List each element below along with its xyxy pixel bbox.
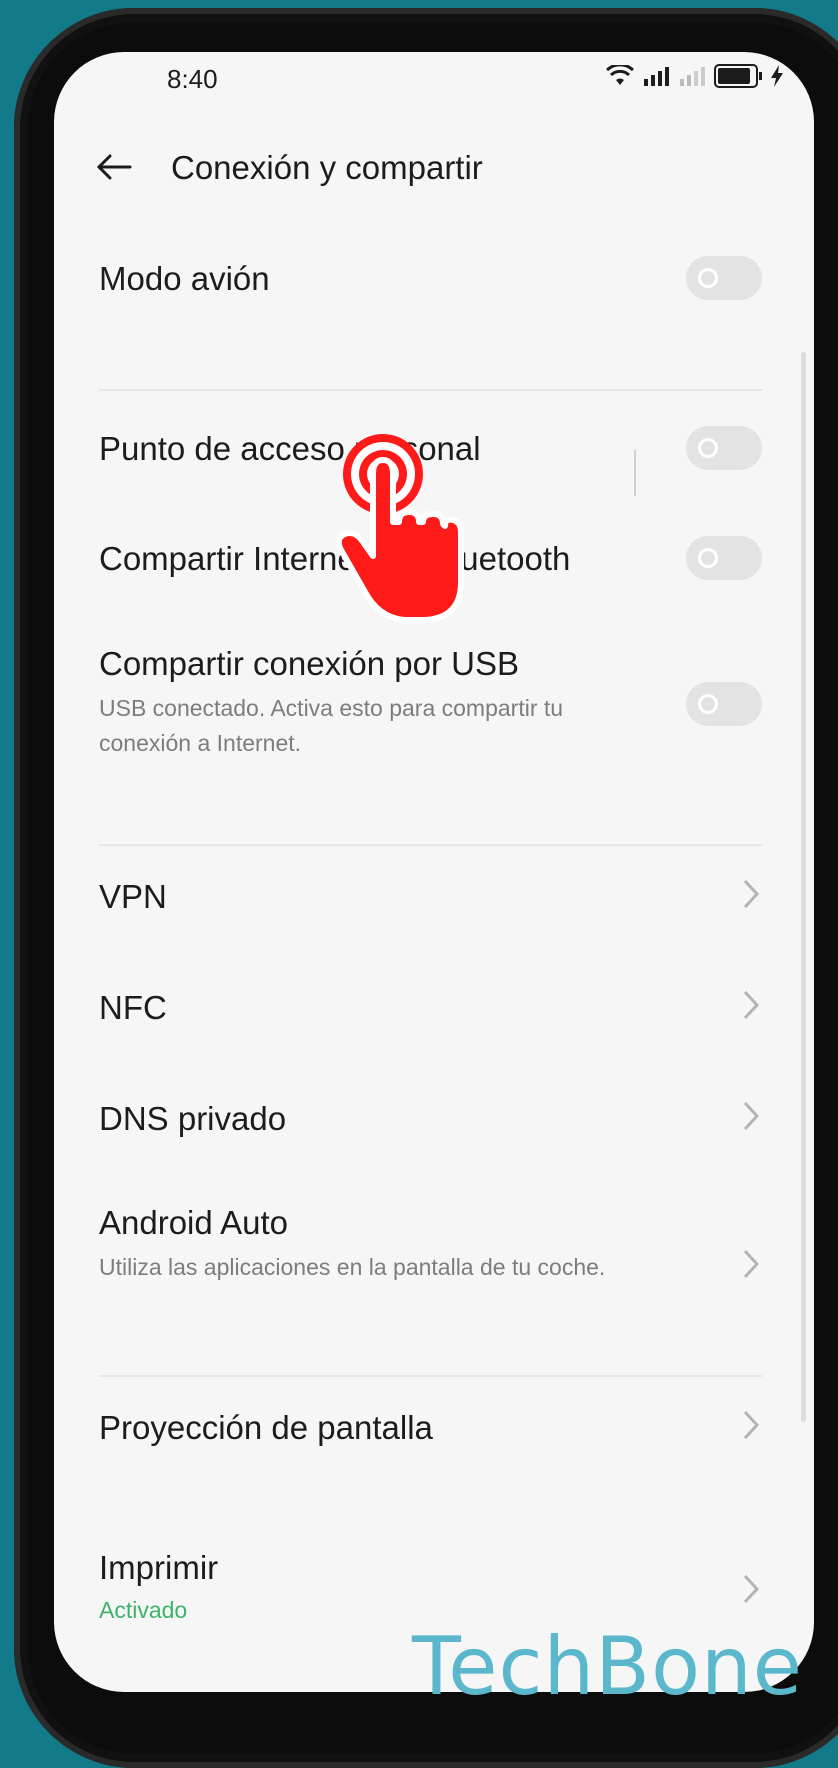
tap-hand-icon bbox=[335, 434, 464, 623]
divider bbox=[99, 844, 762, 846]
airplane-mode-toggle[interactable] bbox=[686, 256, 762, 300]
vpn-label: VPN bbox=[99, 878, 167, 915]
chevron-right-icon bbox=[743, 990, 760, 1020]
phone-screen: 8:40 Conexión y compartir Modo avión Pun… bbox=[54, 52, 814, 1692]
usb-tethering-row[interactable]: Compartir conexión por USB USB conectado… bbox=[99, 645, 762, 761]
chevron-right-icon bbox=[743, 1574, 760, 1604]
vertical-divider bbox=[634, 450, 636, 496]
vpn-row[interactable]: VPN bbox=[99, 878, 762, 916]
airplane-mode-label: Modo avión bbox=[99, 260, 270, 297]
bluetooth-tethering-toggle[interactable] bbox=[686, 536, 762, 580]
chevron-right-icon bbox=[743, 879, 760, 909]
usb-tethering-subtitle: USB conectado. Activa esto para comparti… bbox=[99, 695, 564, 756]
hotspot-toggle[interactable] bbox=[686, 426, 762, 470]
signal-icon bbox=[644, 67, 669, 86]
watermark: TechBone bbox=[412, 1620, 803, 1713]
android-auto-label: Android Auto bbox=[99, 1204, 288, 1241]
status-time: 8:40 bbox=[167, 64, 218, 94]
android-auto-subtitle: Utiliza las aplicaciones en la pantalla … bbox=[99, 1254, 606, 1280]
wifi-icon bbox=[606, 65, 634, 85]
usb-tethering-toggle[interactable] bbox=[686, 682, 762, 726]
signal-secondary-icon bbox=[680, 67, 705, 86]
page-title: Conexión y compartir bbox=[171, 149, 483, 186]
nfc-label: NFC bbox=[99, 989, 167, 1026]
screen-cast-label: Proyección de pantalla bbox=[99, 1409, 433, 1446]
airplane-mode-row[interactable]: Modo avión bbox=[99, 256, 762, 300]
private-dns-row[interactable]: DNS privado bbox=[99, 1100, 762, 1138]
android-auto-row[interactable]: Android Auto Utiliza las aplicaciones en… bbox=[99, 1204, 762, 1285]
divider bbox=[99, 1375, 762, 1377]
usb-tethering-label: Compartir conexión por USB bbox=[99, 645, 520, 682]
private-dns-label: DNS privado bbox=[99, 1100, 287, 1137]
back-arrow-icon[interactable] bbox=[94, 147, 134, 187]
charging-icon bbox=[771, 65, 783, 87]
print-row[interactable]: Imprimir Activado bbox=[99, 1549, 762, 1624]
screen-cast-row[interactable]: Proyección de pantalla bbox=[99, 1409, 762, 1447]
divider bbox=[99, 389, 762, 391]
chevron-right-icon bbox=[743, 1249, 760, 1279]
chevron-right-icon bbox=[743, 1410, 760, 1440]
nfc-row[interactable]: NFC bbox=[99, 989, 762, 1027]
battery-tip bbox=[759, 72, 762, 80]
battery-icon bbox=[714, 64, 758, 88]
print-label: Imprimir bbox=[99, 1549, 219, 1586]
status-icons bbox=[606, 64, 784, 88]
chevron-right-icon bbox=[743, 1101, 760, 1131]
scrollbar[interactable] bbox=[801, 352, 806, 1422]
